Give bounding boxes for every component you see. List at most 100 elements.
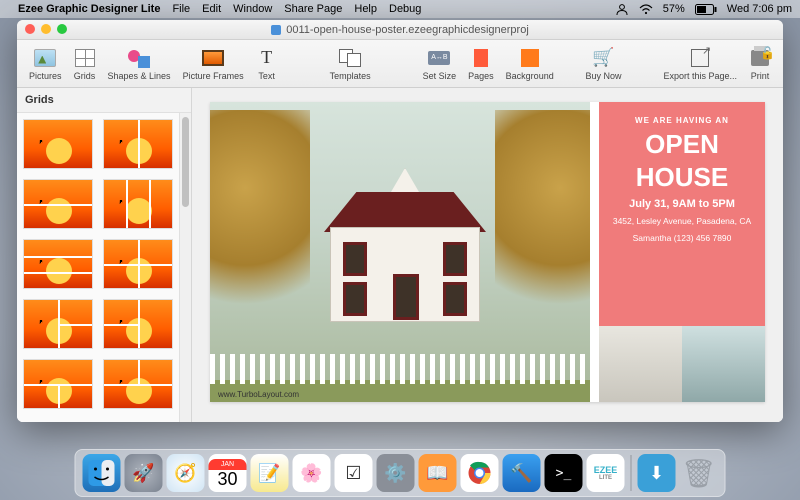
poster-headline-2: HOUSE — [607, 164, 757, 191]
app-window: 0011-open-house-poster.ezeegraphicdesign… — [17, 20, 783, 422]
poster-date: July 31, 9AM to 5PM — [607, 198, 757, 210]
poster-document[interactable]: www.TurboLayout.com WE ARE HAVING AN OPE… — [210, 102, 765, 402]
menu-debug[interactable]: Debug — [389, 3, 421, 15]
dock-trash[interactable]: 🗑 — [680, 454, 718, 492]
toolbar-templates-label: Templates — [330, 71, 371, 81]
fast-user-switch-icon[interactable] — [615, 3, 629, 15]
canvas[interactable]: www.TurboLayout.com WE ARE HAVING AN OPE… — [192, 88, 783, 422]
poster-sub-photos — [599, 326, 765, 402]
grid-thumb[interactable] — [103, 119, 173, 169]
app-menu[interactable]: Ezee Graphic Designer Lite — [18, 3, 160, 15]
dock-launchpad[interactable]: 🚀 — [125, 454, 163, 492]
toolbar-setsize-label: Set Size — [423, 71, 457, 81]
dock-notes[interactable]: 📝 — [251, 454, 289, 492]
toolbar-grids-label: Grids — [74, 71, 96, 81]
toolbar-pictures-label: Pictures — [29, 71, 62, 81]
clock[interactable]: Wed 7:06 pm — [727, 3, 792, 15]
dock-ezee[interactable]: EZEELITE — [587, 454, 625, 492]
dock-calendar[interactable]: JAN30 — [209, 454, 247, 492]
toolbar-text-label: Text — [258, 71, 275, 81]
poster-text-panel[interactable]: WE ARE HAVING AN OPEN HOUSE July 31, 9AM… — [599, 102, 765, 402]
dock-photos[interactable]: 🌸 — [293, 454, 331, 492]
scrollbar-thumb[interactable] — [182, 117, 189, 207]
templates-icon — [339, 49, 361, 67]
dock-xcode[interactable]: 🔨 — [503, 454, 541, 492]
grid-template-list[interactable] — [17, 113, 179, 422]
watermark: www.TurboLayout.com — [218, 390, 299, 399]
background-icon — [521, 49, 539, 67]
grid-thumb[interactable] — [103, 299, 173, 349]
toolbar-grids[interactable]: Grids — [74, 47, 96, 81]
battery-icon[interactable] — [695, 4, 717, 15]
grid-thumb[interactable] — [103, 179, 173, 229]
text-icon: T — [256, 47, 278, 69]
poster-contact: Samantha (123) 456 7890 — [607, 233, 757, 245]
menu-edit[interactable]: Edit — [202, 3, 221, 15]
toolbar-buynow-label: Buy Now — [585, 71, 621, 81]
cart-icon: 🛒 — [592, 47, 614, 69]
set-size-icon: A↔B — [428, 51, 450, 65]
toolbar-background[interactable]: Background — [506, 47, 554, 81]
menubar: Ezee Graphic Designer Lite File Edit Win… — [0, 0, 800, 18]
poster-address: 3452, Lesley Avenue, Pasadena, CA — [607, 216, 757, 228]
wifi-icon[interactable] — [639, 4, 653, 15]
lock-icon[interactable]: 🔓 — [760, 46, 775, 60]
toolbar-text[interactable]: T Text — [256, 47, 278, 81]
toolbar-print-label: Print — [751, 71, 770, 81]
document-icon — [271, 25, 281, 35]
dock-terminal[interactable]: >_ — [545, 454, 583, 492]
menu-help[interactable]: Help — [354, 3, 377, 15]
battery-percent[interactable]: 57% — [663, 3, 685, 15]
grid-thumb[interactable] — [23, 359, 93, 409]
grid-thumb[interactable] — [103, 239, 173, 289]
dock-ezee-label: EZEE — [594, 465, 618, 475]
toolbar-shapes-label: Shapes & Lines — [108, 71, 171, 81]
toolbar-pages[interactable]: Pages — [468, 47, 494, 81]
toolbar-set-size[interactable]: A↔B Set Size — [423, 47, 457, 81]
grid-thumb[interactable] — [103, 359, 173, 409]
grid-thumb[interactable] — [23, 119, 93, 169]
grid-thumb[interactable] — [23, 299, 93, 349]
dock-downloads[interactable]: ⬇ — [638, 454, 676, 492]
poster-main-photo[interactable]: www.TurboLayout.com — [210, 102, 590, 402]
dock-preferences[interactable]: ⚙️ — [377, 454, 415, 492]
sidebar-scrollbar[interactable] — [179, 113, 191, 422]
calendar-day: 30 — [217, 470, 237, 488]
menu-share-page[interactable]: Share Page — [284, 3, 342, 15]
calendar-month: JAN — [209, 459, 247, 470]
pictures-icon — [34, 49, 56, 67]
toolbar-frames-label: Picture Frames — [183, 71, 244, 81]
dock-reminders[interactable]: ☑ — [335, 454, 373, 492]
export-icon — [691, 49, 709, 67]
grid-thumb[interactable] — [23, 239, 93, 289]
toolbar-buy-now[interactable]: 🛒 Buy Now — [585, 47, 621, 81]
toolbar-templates[interactable]: Templates — [330, 47, 371, 81]
toolbar-frames[interactable]: Picture Frames — [183, 47, 244, 81]
minimize-button[interactable] — [41, 24, 51, 34]
maximize-button[interactable] — [57, 24, 67, 34]
menu-file[interactable]: File — [172, 3, 190, 15]
toolbar-pages-label: Pages — [468, 71, 494, 81]
toolbar-shapes[interactable]: Shapes & Lines — [108, 47, 171, 81]
titlebar[interactable]: 0011-open-house-poster.ezeegraphicdesign… — [17, 20, 783, 40]
toolbar-pictures[interactable]: Pictures — [29, 47, 62, 81]
menu-window[interactable]: Window — [233, 3, 272, 15]
dock-safari[interactable]: 🧭 — [167, 454, 205, 492]
poster-photo-hallway[interactable] — [682, 326, 765, 402]
dock-finder[interactable] — [83, 454, 121, 492]
frames-icon — [202, 50, 224, 66]
dock-separator — [631, 455, 632, 491]
window-title: 0011-open-house-poster.ezeegraphicdesign… — [286, 24, 529, 36]
dock-ibooks[interactable]: 📖 — [419, 454, 457, 492]
pages-icon — [474, 49, 488, 67]
toolbar-export[interactable]: Export this Page... — [663, 47, 737, 81]
grids-icon — [75, 49, 95, 67]
toolbar-background-label: Background — [506, 71, 554, 81]
poster-photo-interior[interactable] — [599, 326, 682, 402]
grid-thumb[interactable] — [23, 179, 93, 229]
close-button[interactable] — [25, 24, 35, 34]
dock-chrome[interactable] — [461, 454, 499, 492]
poster-headline-1: OPEN — [607, 131, 757, 158]
window-body: Grids — [17, 88, 783, 422]
dock: 🚀 🧭 JAN30 📝 🌸 ☑ ⚙️ 📖 🔨 >_ EZEELITE ⬇ 🗑 — [75, 449, 726, 497]
